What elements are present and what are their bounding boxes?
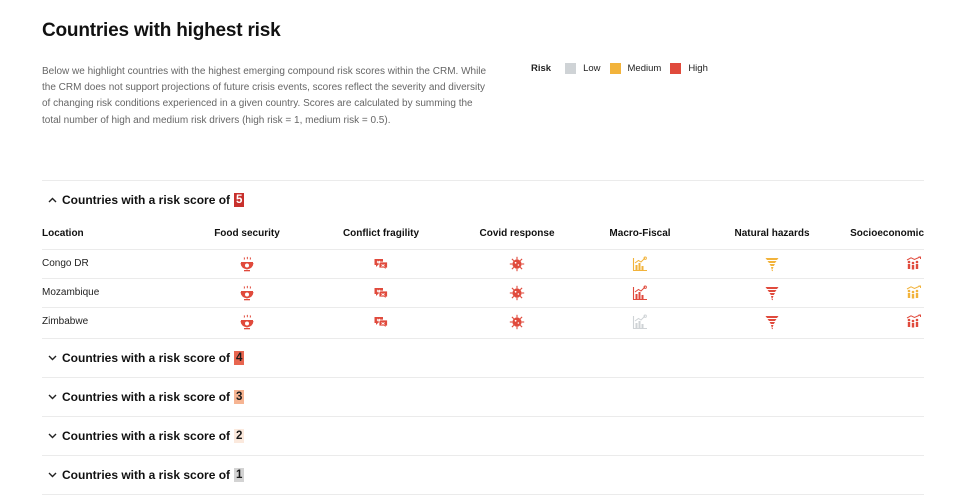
people-trend-icon[interactable] (906, 314, 922, 330)
macro-chart-icon[interactable] (632, 256, 648, 272)
chevron-down-icon[interactable] (42, 433, 62, 439)
food-bowl-icon[interactable] (239, 256, 255, 272)
socioeconomic-cell (848, 307, 924, 336)
food-security-cell (182, 278, 312, 308)
column-header-food-security: Food security (182, 219, 312, 250)
macro-chart-icon[interactable] (632, 285, 648, 301)
section-header-score-4[interactable]: Countries with a risk score of 4 (42, 339, 924, 377)
conflict-fragility-cell (312, 249, 450, 279)
section-score-3: Countries with a risk score of 3 (42, 377, 924, 416)
column-header-covid-response: Covid response (450, 219, 584, 250)
section-header-score-2[interactable]: Countries with a risk score of 2 (42, 417, 924, 455)
macro-fiscal-cell (584, 307, 696, 336)
covid-virus-icon[interactable] (509, 256, 525, 272)
conflict-speech-icon[interactable] (373, 314, 389, 330)
food-bowl-icon[interactable] (239, 285, 255, 301)
natural-hazards-cell (696, 278, 848, 308)
chevron-down-icon[interactable] (42, 355, 62, 361)
section-title: Countries with a risk score of (62, 429, 231, 443)
risk-legend: Risk Low Medium High (531, 63, 717, 74)
column-header-socioeconomic: Socioeconomic (848, 219, 924, 250)
food-security-cell (182, 249, 312, 279)
column-header-macro-fiscal: Macro-Fiscal (584, 219, 696, 250)
covid-response-cell (450, 249, 584, 279)
table-row: Zimbabwe (42, 307, 924, 336)
section-title: Countries with a risk score of (62, 468, 231, 482)
legend-title: Risk (531, 63, 552, 74)
risk-table: Location Food security Conflict fragilit… (42, 219, 924, 336)
section-header-score-3[interactable]: Countries with a risk score of 3 (42, 378, 924, 416)
tornado-icon[interactable] (764, 314, 780, 330)
macro-fiscal-cell (584, 249, 696, 279)
section-score-5: Countries with a risk score of 5 Locatio… (42, 180, 924, 336)
section-header-score-1[interactable]: Countries with a risk score of 1 (42, 456, 924, 494)
score-badge: 1 (234, 468, 245, 482)
conflict-speech-icon[interactable] (373, 256, 389, 272)
tornado-icon[interactable] (764, 285, 780, 301)
column-header-conflict-fragility: Conflict fragility (312, 219, 450, 250)
legend-item-high: High (670, 63, 708, 74)
section-title: Countries with a risk score of (62, 193, 231, 207)
legend-swatch-high (670, 63, 682, 74)
section-title: Countries with a risk score of (62, 351, 231, 365)
chevron-down-icon[interactable] (42, 394, 62, 400)
legend-item-low: Low (565, 63, 601, 74)
legend-swatch-low (565, 63, 577, 74)
people-trend-icon[interactable] (906, 256, 922, 272)
legend-label-high: High (688, 63, 708, 74)
location-cell: Mozambique (42, 278, 182, 308)
score-badge: 4 (234, 351, 245, 365)
conflict-fragility-cell (312, 278, 450, 308)
conflict-speech-icon[interactable] (373, 285, 389, 301)
socioeconomic-cell (848, 249, 924, 279)
score-badge: 2 (234, 429, 245, 443)
intro-text: Below we highlight countries with the hi… (42, 66, 487, 126)
macro-chart-icon[interactable] (632, 314, 648, 330)
location-cell: Zimbabwe (42, 316, 89, 328)
legend-label-medium: Medium (627, 63, 662, 74)
people-trend-icon[interactable] (906, 285, 922, 301)
chevron-up-icon[interactable] (42, 197, 62, 203)
food-bowl-icon[interactable] (239, 314, 255, 330)
page-title: Countries with highest risk (42, 20, 281, 41)
covid-virus-icon[interactable] (509, 314, 525, 330)
legend-item-medium: Medium (609, 63, 662, 74)
section-score-1: Countries with a risk score of 1 (42, 455, 924, 495)
section-score-2: Countries with a risk score of 2 (42, 416, 924, 455)
risk-score-sections: Countries with a risk score of 5 Locatio… (42, 180, 924, 495)
tornado-icon[interactable] (764, 256, 780, 272)
covid-response-cell (450, 307, 584, 336)
score-badge: 3 (234, 390, 245, 404)
covid-virus-icon[interactable] (509, 285, 525, 301)
section-score-4: Countries with a risk score of 4 (42, 338, 924, 377)
natural-hazards-cell (696, 307, 848, 336)
food-security-cell (182, 307, 312, 336)
conflict-fragility-cell (312, 307, 450, 336)
table-row: Congo DR (42, 249, 924, 279)
socioeconomic-cell (848, 278, 924, 308)
score-badge: 5 (234, 193, 245, 207)
table-header-row: Location Food security Conflict fragilit… (42, 219, 924, 250)
legend-label-low: Low (583, 63, 601, 74)
legend-swatch-medium (609, 63, 621, 74)
column-header-location: Location (42, 219, 182, 250)
column-header-natural-hazards: Natural hazards (696, 219, 848, 250)
section-title: Countries with a risk score of (62, 390, 231, 404)
section-header-score-5[interactable]: Countries with a risk score of 5 (42, 181, 924, 219)
location-cell: Congo DR (42, 249, 182, 279)
macro-fiscal-cell (584, 278, 696, 308)
covid-response-cell (450, 278, 584, 308)
natural-hazards-cell (696, 249, 848, 279)
table-row: Mozambique (42, 278, 924, 308)
chevron-down-icon[interactable] (42, 472, 62, 478)
